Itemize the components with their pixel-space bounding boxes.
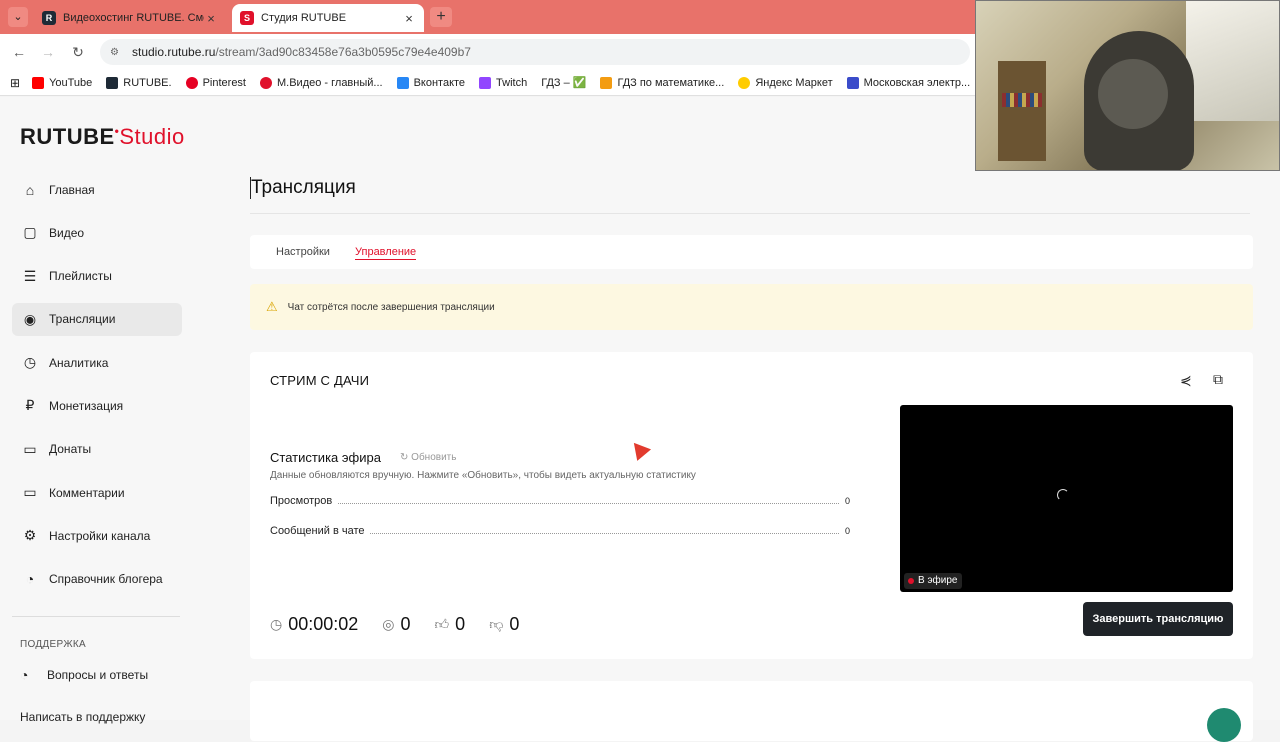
browser-tab-rutube[interactable]: R Видеохостинг RUTUBE. Смотр × [34,4,226,32]
stats-note: Данные обновляются вручную. Нажмите «Обн… [270,470,696,481]
bookmark-rutube[interactable]: RUTUBE. [106,76,172,89]
page-title: Трансляция [250,177,356,199]
tab-title: Видеохостинг RUTUBE. Смотр [63,12,204,24]
sidebar-item-donations[interactable]: ▭ Донаты [12,433,182,466]
stream-card: СТРИМ С ДАЧИ ⋞ ⧉ Статистика эфира ↻ Обно… [250,352,1253,659]
close-tab-icon[interactable]: × [402,11,416,26]
bookmark-yandex-market[interactable]: Яндекс Маркет [738,76,833,89]
warning-icon: ⚠ [266,299,278,314]
external-link-icon[interactable]: ⧉ [1213,371,1223,388]
gdz-icon [600,76,613,89]
sidebar: ⌂ Главная ▢ Видео ☰ Плейлисты ◉ Трансляции ◷… [12,173,182,606]
address-bar[interactable]: ⚙ studio.rutube.ru/stream/3ad90c83458e76… [100,39,970,65]
bookmark-youtube[interactable]: YouTube [32,76,92,89]
support-chat-button[interactable] [1207,708,1241,742]
sidebar-item-home[interactable]: ⌂ Главная [12,173,182,206]
live-dot-icon [908,578,914,584]
pinterest-icon [185,76,198,89]
stats-title: Статистика эфира [270,450,381,465]
gear-icon: ⚙ [23,527,37,544]
sidebar-item-monetization[interactable]: ₽ Монетизация [12,389,182,422]
analytics-icon: ◷ [23,354,37,371]
chat-notice: ⚠ Чат сотрётся после завершения трансляц… [250,284,1253,330]
twitch-icon [479,76,492,89]
ruble-icon: ₽ [25,397,35,414]
support-section-title: ПОДДЕРЖКА [20,639,86,650]
youtube-icon [32,76,45,89]
sidebar-item-blogger-guide[interactable]: ◔ Справочник блогера [12,563,182,596]
end-stream-button[interactable]: Завершить трансляцию [1083,602,1233,636]
dislikes-count: 👎︎ 0 [489,614,520,634]
back-icon[interactable]: ← [10,43,28,61]
rutube-studio-logo[interactable]: RUTUBE•Studio [20,124,185,150]
mvideo-icon [260,76,272,89]
vk-icon [396,76,409,89]
stat-chat-messages: Сообщений в чате 0 [270,525,850,537]
broadcast-icon: ◉ [23,310,37,327]
sidebar-item-comments[interactable]: ▭ Комментарии [12,476,182,509]
sidebar-item-analytics[interactable]: ◷ Аналитика [12,346,182,379]
tab-management[interactable]: Управление [355,246,417,260]
site-info-icon[interactable]: ⚙ [110,47,124,58]
thumbs-down-icon: 👎︎ [489,616,504,632]
stream-tabs: Настройки Управление [250,235,1253,269]
apps-grid-icon[interactable]: ⊞ [10,76,20,90]
rutube-favicon-icon: R [42,11,56,25]
new-tab-icon[interactable]: + [430,7,452,27]
live-badge: В эфире [904,573,962,589]
donation-icon: ▭ [23,440,37,457]
help-icon: ◔ [20,667,29,683]
url-domain: studio.rutube.ru [132,45,216,59]
timer: ◷ 00:00:02 [270,614,359,634]
bookmark-mvideo[interactable]: М.Видео - главный... [260,76,383,89]
thumbs-up-icon: 👍︎ [434,616,450,632]
tab-search-chevron-icon[interactable]: ⌄ [8,7,28,27]
tab-settings[interactable]: Настройки [276,246,330,258]
chat-card [250,681,1253,741]
sidebar-item-channel-settings[interactable]: ⚙ Настройки канала [12,519,182,552]
viewer-icon: ◎ [382,616,395,632]
share-icon[interactable]: ⋞ [1180,372,1192,389]
browser-tab-studio[interactable]: S Студия RUTUBE × [232,4,424,32]
refresh-icon: ↻ [400,452,412,463]
stream-counters: ◷ 00:00:02 ◎ 0 👍︎ 0 👎︎ 0 [270,614,543,635]
moscow-icon [846,76,859,89]
bookmark-twitch[interactable]: Twitch [479,76,527,89]
sidebar-divider [12,616,180,617]
bookmark-vk[interactable]: Вконтакте [396,76,465,89]
stat-views: Просмотров 0 [270,495,850,507]
sidebar-item-streams[interactable]: ◉ Трансляции [12,302,182,336]
guide-icon: ◔ [25,571,35,588]
clock-icon: ◷ [270,616,283,632]
bookmark-gdz-math[interactable]: ГДЗ по математике... [600,76,724,89]
stream-name: СТРИМ С ДАЧИ [270,373,370,388]
playlist-icon: ☰ [23,267,37,284]
viewers-count: ◎ 0 [382,614,411,634]
studio-favicon-icon: S [240,11,254,25]
studio-app: RUTUBE•Studio ⌂ Главная ▢ Видео ☰ Плейлисты… [0,97,1280,742]
forward-icon[interactable]: → [39,43,57,61]
home-icon: ⌂ [25,181,35,198]
yandex-market-icon [738,76,751,89]
refresh-button[interactable]: ↻ Обновить [400,452,456,463]
bookmark-pinterest[interactable]: Pinterest [185,76,246,89]
video-player[interactable]: В эфире [900,405,1233,592]
url-path: /stream/3ad90c83458e76a3b0595c79e4e409b7 [215,45,471,59]
bookmark-gdz[interactable]: ГДЗ – ✅ [541,76,586,89]
reload-icon[interactable]: ↻ [69,43,87,61]
likes-count: 👍︎ 0 [434,614,466,634]
title-divider [250,213,1250,214]
video-icon: ▢ [23,224,37,241]
comment-icon: ▭ [23,484,37,501]
close-tab-icon[interactable]: × [204,11,218,26]
rutube-icon [106,76,119,89]
webcam-overlay [975,0,1280,171]
sidebar-item-faq[interactable]: ◔ Вопросы и ответы [20,667,148,683]
loading-spinner-icon [1057,489,1069,501]
sidebar-item-playlists[interactable]: ☰ Плейлисты [12,260,182,293]
sidebar-item-video[interactable]: ▢ Видео [12,216,182,249]
sidebar-item-contact-support[interactable]: Написать в поддержку [20,710,145,724]
tab-title: Студия RUTUBE [261,12,347,24]
bookmark-moscow[interactable]: Московская электр... [846,76,970,89]
